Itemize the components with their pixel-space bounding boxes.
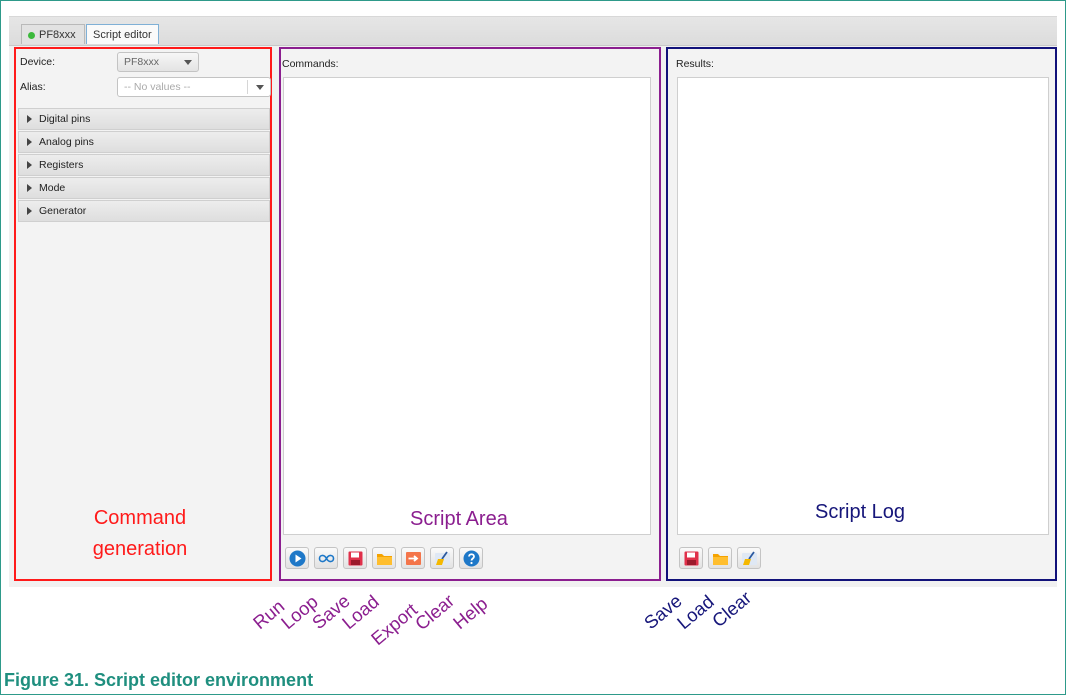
results-textarea[interactable]: [677, 77, 1049, 535]
figure-caption: Figure 31. Script editor environment: [4, 670, 314, 690]
load-log-button[interactable]: [708, 547, 732, 569]
clear-script-button[interactable]: [430, 547, 454, 569]
section-mode[interactable]: Mode: [18, 177, 270, 199]
alias-select[interactable]: -- No values --: [117, 77, 271, 97]
play-circle-icon: [289, 550, 306, 567]
section-label: Digital pins: [39, 113, 91, 126]
folder-icon: [377, 554, 392, 565]
broom-icon: [742, 551, 757, 565]
device-label: Device:: [20, 56, 56, 68]
expand-triangle-icon: [27, 115, 32, 124]
arrow-right-icon: [406, 552, 421, 565]
expand-triangle-icon: [27, 161, 32, 170]
section-digital-pins[interactable]: Digital pins: [18, 108, 270, 130]
run-button[interactable]: [285, 547, 309, 569]
section-generator[interactable]: Generator: [18, 200, 270, 222]
export-button[interactable]: [401, 547, 425, 569]
expand-triangle-icon: [27, 207, 32, 216]
annotation-script-area: Script Area: [410, 508, 508, 530]
section-label: Generator: [39, 205, 87, 218]
tab-bar: PF8xxx Script editor: [9, 17, 1057, 46]
load-script-button[interactable]: [372, 547, 396, 569]
expand-triangle-icon: [27, 184, 32, 193]
save-log-button[interactable]: [679, 547, 703, 569]
commands-textarea[interactable]: [283, 77, 651, 535]
command-generation-panel: Device: PF8xxx Alias: -- No values -- Di…: [14, 47, 272, 581]
device-select[interactable]: PF8xxx: [117, 52, 199, 72]
tab-label: PF8xxx: [39, 29, 76, 42]
clear-log-button[interactable]: [737, 547, 761, 569]
chevron-down-icon: [184, 60, 192, 65]
section-label: Mode: [39, 182, 66, 195]
infinity-icon: [318, 554, 335, 563]
chevron-down-icon: [256, 85, 264, 90]
tab-pf8xxx[interactable]: PF8xxx: [21, 24, 85, 44]
expand-triangle-icon: [27, 138, 32, 147]
help-button[interactable]: [459, 547, 483, 569]
script-area-panel: Commands:: [279, 47, 661, 581]
annotation-script-log: Script Log: [815, 501, 906, 523]
tab-script-editor[interactable]: Script editor: [86, 24, 159, 44]
results-label: Results:: [676, 58, 714, 70]
combo-separator: [247, 80, 248, 94]
status-dot-icon: [28, 31, 35, 39]
device-value: PF8xxx: [124, 56, 160, 68]
alias-placeholder: -- No values --: [124, 81, 191, 93]
alias-label: Alias:: [20, 81, 46, 93]
commands-label: Commands:: [282, 58, 339, 70]
section-analog-pins[interactable]: Analog pins: [18, 131, 270, 153]
annotation-command-line2: generation: [92, 538, 188, 560]
section-label: Registers: [39, 159, 84, 172]
save-script-button[interactable]: [343, 547, 367, 569]
tab-label: Script editor: [93, 29, 152, 42]
section-registers[interactable]: Registers: [18, 154, 270, 176]
loop-button[interactable]: [314, 547, 338, 569]
annotation-command-line1: Command: [93, 507, 187, 529]
question-circle-icon: [463, 550, 480, 567]
floppy-disk-icon: [348, 551, 363, 566]
floppy-disk-icon: [684, 551, 699, 566]
section-label: Analog pins: [39, 136, 94, 149]
folder-icon: [713, 554, 728, 565]
broom-icon: [435, 551, 450, 565]
